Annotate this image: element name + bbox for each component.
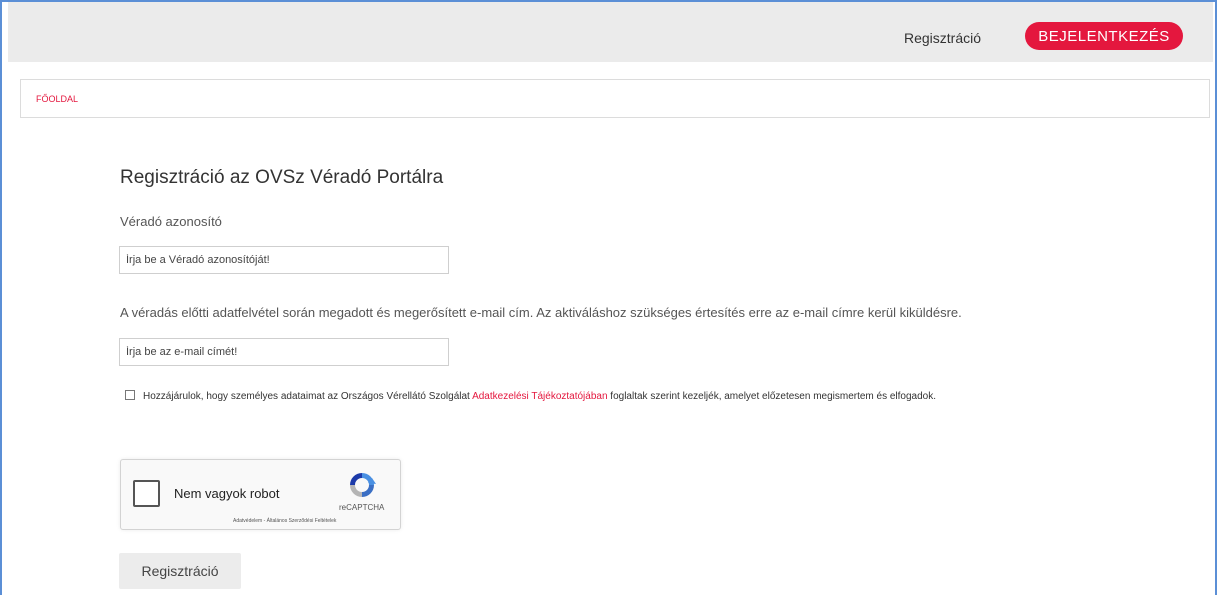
privacy-policy-link[interactable]: Adatkezelési Tájékoztatójában bbox=[472, 391, 607, 402]
consent-checkbox[interactable] bbox=[125, 390, 135, 400]
recaptcha-widget: Nem vagyok robot reCAPTCHA Adatvédelem -… bbox=[120, 459, 401, 530]
window-border-left bbox=[0, 0, 2, 595]
consent-text-after: foglaltak szerint kezeljék, amelyet előz… bbox=[607, 391, 937, 402]
recaptcha-checkbox[interactable] bbox=[133, 480, 160, 507]
email-input[interactable] bbox=[119, 338, 449, 366]
login-button[interactable]: BEJELENTKEZÉS bbox=[1025, 22, 1183, 50]
register-nav-link[interactable]: Regisztráció bbox=[904, 30, 981, 46]
consent-text-before: Hozzájárulok, hogy személyes adataimat a… bbox=[143, 391, 473, 402]
recaptcha-icon bbox=[350, 473, 376, 497]
register-submit-button[interactable]: Regisztráció bbox=[119, 553, 241, 589]
breadcrumb: FŐOLDAL bbox=[20, 79, 1210, 118]
top-navigation-bar: Regisztráció BEJELENTKEZÉS bbox=[8, 2, 1213, 62]
donor-id-label: Véradó azonosító bbox=[120, 214, 222, 229]
recaptcha-terms-links[interactable]: Adatvédelem - Általános Szerződési Felté… bbox=[233, 518, 336, 524]
recaptcha-label: Nem vagyok robot bbox=[174, 486, 280, 501]
consent-section: Hozzájárulok, hogy személyes adataimat a… bbox=[120, 389, 1050, 404]
email-description: A véradás előtti adatfelvétel során mega… bbox=[120, 305, 962, 320]
page-title: Regisztráció az OVSz Véradó Portálra bbox=[120, 167, 444, 188]
breadcrumb-home-link[interactable]: FŐOLDAL bbox=[36, 94, 78, 104]
donor-id-input[interactable] bbox=[119, 246, 449, 274]
recaptcha-brand: reCAPTCHA bbox=[339, 503, 385, 512]
